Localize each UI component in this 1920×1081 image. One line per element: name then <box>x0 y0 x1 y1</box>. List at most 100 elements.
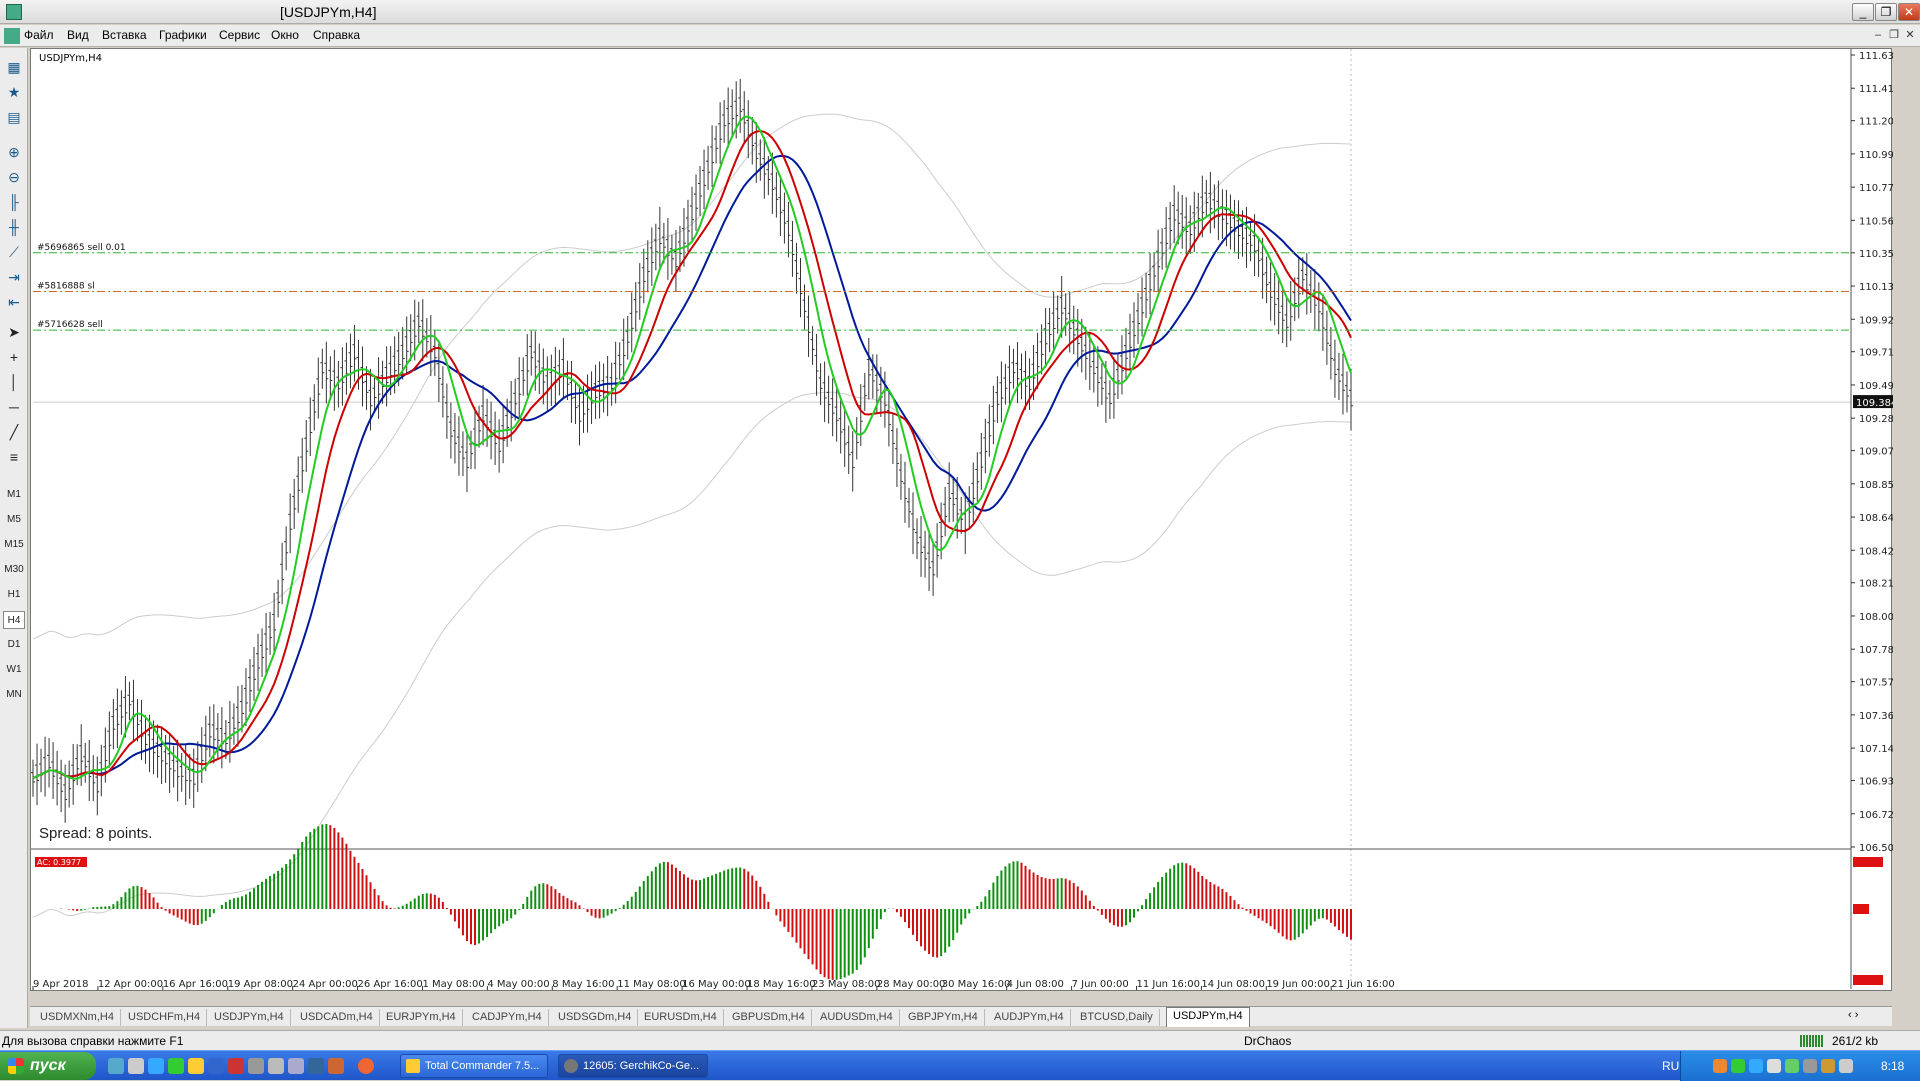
language-indicator[interactable]: RU <box>1662 1059 1679 1073</box>
timeframe-mn[interactable]: MN <box>3 686 25 704</box>
time-tick-label: 11 May 08:00 <box>617 979 686 990</box>
tray-icon-4[interactable] <box>1767 1059 1781 1073</box>
crosshair-icon[interactable]: + <box>5 348 23 366</box>
tab-scroll-arrows-icon[interactable]: ‹ › <box>1848 1009 1858 1021</box>
symbol-tab[interactable]: USDJPYm,H4 <box>1166 1007 1250 1027</box>
tray-icon-6[interactable] <box>1803 1059 1817 1073</box>
taskbar-item-terminal[interactable]: 12605: GerchikCo-Ge... <box>558 1054 708 1078</box>
ac-top-value-box <box>1853 857 1883 867</box>
autoscroll-icon[interactable]: ⇥ <box>5 268 23 286</box>
quicklaunch-telegram-icon[interactable] <box>148 1058 164 1074</box>
quicklaunch-terminal-icon[interactable] <box>308 1058 324 1074</box>
tray-icon-5[interactable] <box>1785 1059 1799 1073</box>
cursor-icon[interactable]: ➤ <box>5 323 23 341</box>
symbol-tab[interactable]: USDCADm,H4 <box>294 1009 380 1026</box>
price-tick-label: 110.135 <box>1859 282 1893 293</box>
symbol-tab[interactable]: CADJPYm,H4 <box>466 1009 549 1026</box>
symbol-tab[interactable]: USDCHFm,H4 <box>122 1009 208 1026</box>
symbol-tab[interactable]: EURJPYm,H4 <box>380 1009 463 1026</box>
chart-shift-icon[interactable]: ⇤ <box>5 293 23 311</box>
symbol-tab[interactable]: USDSGDm,H4 <box>552 1009 639 1026</box>
zoom-out-icon[interactable]: ⊖ <box>5 168 23 186</box>
time-tick-label: 26 Apr 16:00 <box>358 979 423 990</box>
symbol-tab[interactable]: EURUSDm,H4 <box>638 1009 724 1026</box>
quicklaunch-app-icon[interactable] <box>128 1058 144 1074</box>
time-tick-label: 24 Apr 00:00 <box>293 979 358 990</box>
timeframe-m30[interactable]: M30 <box>3 561 25 579</box>
vertical-line-icon[interactable]: │ <box>5 373 23 391</box>
quicklaunch-media-icon[interactable] <box>168 1058 184 1074</box>
price-tick-label: 111.205 <box>1859 117 1893 128</box>
timeframe-m5[interactable]: M5 <box>3 511 25 529</box>
close-button[interactable]: ✕ <box>1898 3 1920 21</box>
menu-help[interactable]: Справка <box>313 28 360 42</box>
quicklaunch-pdf-icon[interactable] <box>228 1058 244 1074</box>
symbol-tab[interactable]: BTCUSD,Daily <box>1074 1009 1160 1026</box>
chart-window[interactable]: #5696865 sell 0.01 #5816888 sl #5716628 se… <box>30 48 1893 992</box>
restore-button[interactable]: ❐ <box>1875 3 1897 21</box>
timeframe-d1[interactable]: D1 <box>3 636 25 654</box>
tray-icon-7[interactable] <box>1821 1059 1835 1073</box>
taskbar-item-total-commander[interactable]: Total Commander 7.5... <box>400 1054 548 1078</box>
price-axis: 111.630 111.415 111.205 110.990 110.775 110.5… <box>1851 51 1893 854</box>
zoom-in-icon[interactable]: ⊕ <box>5 143 23 161</box>
mdi-close-icon[interactable]: ✕ <box>1902 28 1918 43</box>
candle-chart-icon[interactable]: ╫ <box>5 218 23 236</box>
mdi-restore-icon[interactable]: ❐ <box>1886 28 1902 43</box>
timeframe-m1[interactable]: M1 <box>3 486 25 504</box>
order-lines[interactable]: #5696865 sell 0.01 #5816888 sl #5716628 se… <box>33 243 1851 331</box>
trendline-icon[interactable]: ╱ <box>5 423 23 441</box>
tray-icon-3[interactable] <box>1749 1059 1763 1073</box>
quicklaunch-folder-icon[interactable] <box>188 1058 204 1074</box>
mdi-minimize-icon[interactable]: – <box>1870 28 1886 43</box>
minimize-button[interactable]: _ <box>1852 3 1874 21</box>
quicklaunch-browser-icon[interactable] <box>108 1058 124 1074</box>
windows-logo-icon <box>8 1058 24 1074</box>
timeframe-w1[interactable]: W1 <box>3 661 25 679</box>
timeframe-h1[interactable]: H1 <box>3 586 25 604</box>
tray-icon-1[interactable] <box>1713 1059 1727 1073</box>
current-price-label: 109.384 <box>1856 398 1893 409</box>
channel-icon[interactable]: ≡ <box>5 448 23 466</box>
quicklaunch-tool-icon[interactable] <box>268 1058 284 1074</box>
price-tick-label: 109.710 <box>1859 348 1893 359</box>
menu-file[interactable]: Файл <box>24 28 54 42</box>
horizontal-line-icon[interactable]: ─ <box>5 398 23 416</box>
menu-tools[interactable]: Сервис <box>219 28 260 42</box>
volume-icon[interactable] <box>1839 1059 1853 1073</box>
quicklaunch-chart-icon[interactable] <box>328 1058 344 1074</box>
chart-window-icon <box>4 28 20 44</box>
time-tick-label: 18 May 16:00 <box>747 979 816 990</box>
price-tick-label: 106.720 <box>1859 810 1893 821</box>
symbol-tab[interactable]: AUDJPYm,H4 <box>988 1009 1071 1026</box>
quicklaunch-calc-icon[interactable] <box>248 1058 264 1074</box>
symbol-tab[interactable]: USDJPYm,H4 <box>208 1009 291 1026</box>
bar-chart-icon[interactable]: ╟ <box>5 193 23 211</box>
price-chart[interactable]: #5696865 sell 0.01 #5816888 sl #5716628 se… <box>31 49 1893 992</box>
connection-icon <box>1800 1035 1824 1047</box>
symbol-tab[interactable]: GBPUSDm,H4 <box>726 1009 812 1026</box>
new-chart-icon[interactable]: ▦ <box>5 58 23 76</box>
menu-insert[interactable]: Вставка <box>102 28 147 42</box>
quicklaunch-disk-icon[interactable] <box>288 1058 304 1074</box>
symbol-tab[interactable]: AUDUSDm,H4 <box>814 1009 900 1026</box>
menu-view[interactable]: Вид <box>67 28 89 42</box>
symbol-tab[interactable]: GBPJPYm,H4 <box>902 1009 985 1026</box>
price-tick-label: 110.560 <box>1859 216 1893 227</box>
timeframe-h4[interactable]: H4 <box>3 611 25 629</box>
line-chart-icon[interactable]: ⟋ <box>5 243 23 261</box>
price-tick-label: 110.350 <box>1859 249 1893 260</box>
profiles-icon[interactable]: ★ <box>5 83 23 101</box>
market-watch-icon[interactable]: ▤ <box>5 108 23 126</box>
quicklaunch-save-icon[interactable] <box>208 1058 224 1074</box>
menu-charts[interactable]: Графики <box>159 28 207 42</box>
quicklaunch-firefox-icon[interactable] <box>358 1058 374 1074</box>
spread-text: Spread: 8 points. <box>39 825 152 842</box>
timeframe-m15[interactable]: M15 <box>3 536 25 554</box>
help-hint: Для вызова справки нажмите F1 <box>2 1034 184 1048</box>
menu-window[interactable]: Окно <box>271 28 299 42</box>
traffic-status: 261/2 kb <box>1832 1034 1879 1048</box>
symbol-tab[interactable]: USDMXNm,H4 <box>34 1009 121 1026</box>
tray-icon-2[interactable] <box>1731 1059 1745 1073</box>
start-button[interactable]: пуск <box>0 1052 96 1080</box>
